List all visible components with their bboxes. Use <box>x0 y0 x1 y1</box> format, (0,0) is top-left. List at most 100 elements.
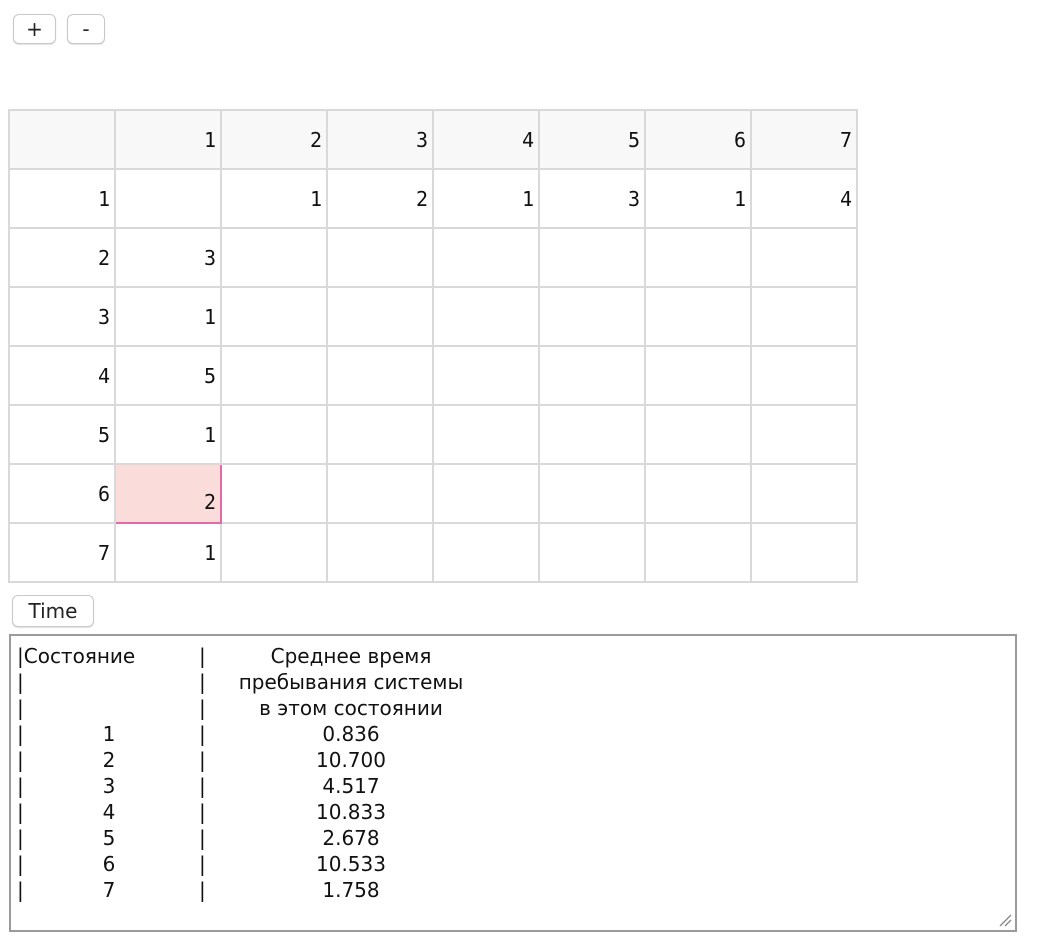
matrix-cell[interactable] <box>644 463 752 524</box>
matrix-cell[interactable] <box>538 345 646 406</box>
matrix-column-header: 1 <box>114 109 222 170</box>
output-separator: | <box>17 696 24 720</box>
results-textarea[interactable]: |Состояние | Среднее время | | пребывания сис… <box>9 634 1017 932</box>
matrix-cell[interactable] <box>538 404 646 465</box>
remove-button[interactable]: - <box>67 14 105 44</box>
output-row: | 1 | 0.836 <box>17 721 1015 747</box>
matrix-cell[interactable]: 1 <box>432 168 540 229</box>
output-state-number: 1 <box>102 722 116 746</box>
matrix-row: 1121314 <box>8 168 858 229</box>
matrix-column-header: 3 <box>326 109 434 170</box>
output-state-header: |Состояние <box>17 644 136 668</box>
output-mean-time: 10.533 <box>316 852 386 876</box>
matrix-cell[interactable] <box>644 522 752 583</box>
matrix-cell[interactable] <box>644 286 752 347</box>
matrix-cell[interactable] <box>326 227 434 288</box>
matrix-cell[interactable]: 2 <box>326 168 434 229</box>
matrix-cell[interactable] <box>750 286 858 347</box>
matrix-cell[interactable] <box>644 345 752 406</box>
matrix-cell[interactable]: 3 <box>538 168 646 229</box>
matrix-cell[interactable] <box>750 463 858 524</box>
output-separator: | <box>199 774 206 798</box>
matrix-row-header: 5 <box>8 404 116 465</box>
matrix-header-row: 1234567 <box>8 109 858 170</box>
matrix-row: 23 <box>8 227 858 288</box>
matrix-cell[interactable] <box>750 227 858 288</box>
matrix-cell[interactable] <box>326 286 434 347</box>
matrix-cell[interactable] <box>538 463 646 524</box>
matrix-row: 62 <box>8 463 858 524</box>
output-mean-time: 10.700 <box>316 748 386 772</box>
output-separator: | <box>199 696 206 720</box>
matrix-cell[interactable]: 1 <box>114 522 222 583</box>
matrix-cell[interactable] <box>220 286 328 347</box>
output-state-number: 3 <box>102 774 116 798</box>
matrix-cell[interactable] <box>326 522 434 583</box>
matrix-column-header: 5 <box>538 109 646 170</box>
output-value-header: в этом состоянии <box>259 696 443 720</box>
add-button[interactable]: + <box>13 14 56 44</box>
matrix-cell[interactable]: 1 <box>114 286 222 347</box>
transition-matrix-table: 12345671121314233145516271 <box>8 109 858 583</box>
matrix-cell[interactable] <box>326 463 434 524</box>
output-state-number: 7 <box>102 878 116 902</box>
resize-grip-icon[interactable] <box>998 913 1012 927</box>
matrix-cell[interactable] <box>750 522 858 583</box>
matrix-cell[interactable] <box>538 227 646 288</box>
matrix-cell[interactable] <box>220 227 328 288</box>
matrix-cell[interactable] <box>326 345 434 406</box>
matrix-cell[interactable] <box>644 404 752 465</box>
output-separator: | <box>17 852 24 876</box>
output-separator: | <box>17 800 24 824</box>
matrix-cell[interactable] <box>538 286 646 347</box>
matrix-cell[interactable] <box>750 345 858 406</box>
output-row: | 7 | 1.758 <box>17 877 1015 903</box>
matrix-cell[interactable] <box>432 227 540 288</box>
matrix-row-header: 7 <box>8 522 116 583</box>
output-header-line: | | в этом состоянии <box>17 695 1015 721</box>
matrix-cell-value: 2 <box>203 489 216 514</box>
matrix-cell[interactable] <box>644 227 752 288</box>
matrix-cell[interactable] <box>220 463 328 524</box>
matrix-corner-cell <box>8 109 116 170</box>
output-separator: | <box>17 670 24 694</box>
output-value-header: Среднее время <box>270 644 432 668</box>
matrix-cell[interactable]: 5 <box>114 345 222 406</box>
matrix-cell[interactable]: 1 <box>644 168 752 229</box>
matrix-cell[interactable]: 1 <box>220 168 328 229</box>
matrix-cell[interactable]: 1 <box>114 404 222 465</box>
matrix-cell-selected[interactable]: 2 <box>114 463 222 524</box>
matrix-cell[interactable] <box>432 522 540 583</box>
matrix-cell[interactable] <box>220 345 328 406</box>
matrix-cell[interactable] <box>432 404 540 465</box>
matrix-row: 71 <box>8 522 858 583</box>
matrix-cell[interactable] <box>750 404 858 465</box>
output-separator: | <box>17 878 24 902</box>
output-mean-time: 4.517 <box>322 774 380 798</box>
matrix-row: 51 <box>8 404 858 465</box>
output-separator: | <box>199 878 206 902</box>
matrix-row-header: 4 <box>8 345 116 406</box>
matrix-cell[interactable]: 3 <box>114 227 222 288</box>
matrix-cell[interactable] <box>432 345 540 406</box>
matrix-row-header: 3 <box>8 286 116 347</box>
matrix-cell[interactable] <box>326 404 434 465</box>
output-row: | 2 | 10.700 <box>17 747 1015 773</box>
output-separator: | <box>199 852 206 876</box>
matrix-cell[interactable] <box>114 168 222 229</box>
output-separator: | <box>17 722 24 746</box>
matrix-cell[interactable] <box>538 522 646 583</box>
matrix-cell[interactable]: 4 <box>750 168 858 229</box>
output-state-number: 2 <box>102 748 116 772</box>
output-state-number: 6 <box>102 852 116 876</box>
output-separator: | <box>199 748 206 772</box>
matrix-cell[interactable] <box>432 286 540 347</box>
time-button[interactable]: Time <box>12 595 94 627</box>
matrix-cell[interactable] <box>432 463 540 524</box>
matrix-cell[interactable] <box>220 404 328 465</box>
matrix-column-header: 2 <box>220 109 328 170</box>
matrix-row-header: 2 <box>8 227 116 288</box>
output-state-number: 5 <box>102 826 116 850</box>
matrix-cell[interactable] <box>220 522 328 583</box>
output-row: | 6 | 10.533 <box>17 851 1015 877</box>
